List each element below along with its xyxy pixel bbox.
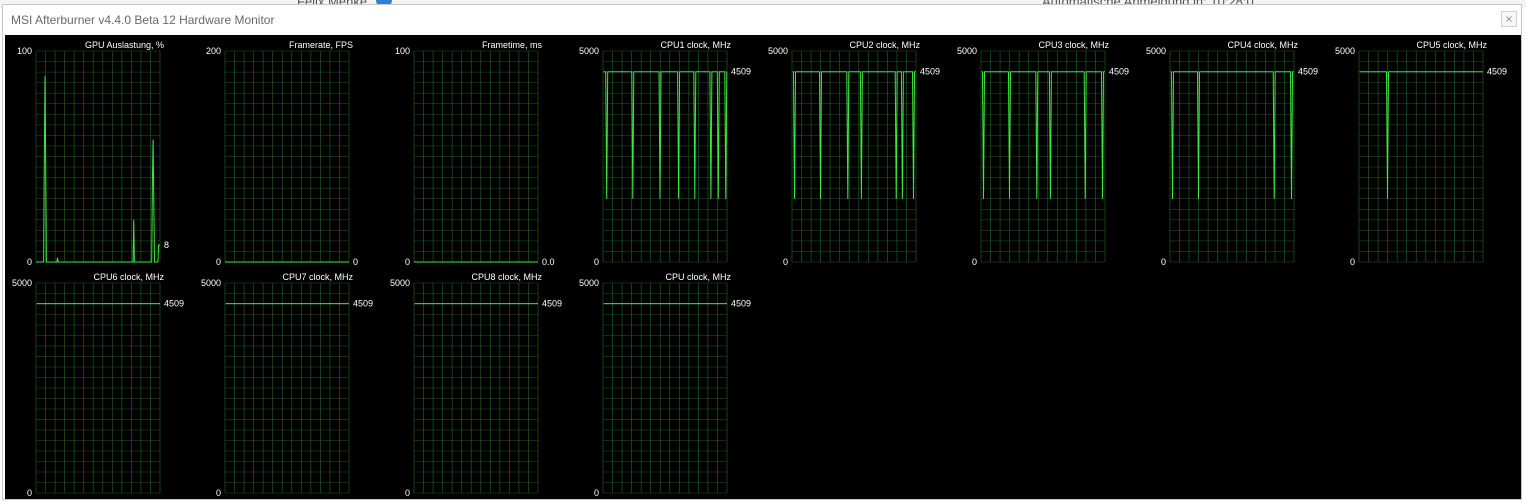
y-max-tick-label: 5000 — [201, 278, 221, 288]
current-value-label: 4509 — [1298, 67, 1318, 77]
y-max-tick-label: 5000 — [12, 278, 32, 288]
close-icon: × — [1504, 14, 1514, 25]
current-value-label: 4509 — [731, 299, 751, 309]
graph-panel — [1169, 50, 1295, 263]
current-value-label: 8 — [164, 240, 169, 250]
graph-panel — [980, 50, 1106, 263]
y-max-tick-label: 5000 — [579, 46, 599, 56]
y-max-tick-label: 5000 — [1335, 46, 1355, 56]
current-value-label: 4509 — [542, 299, 562, 309]
y-max-tick-label: 5000 — [390, 278, 410, 288]
y-min-tick-label: 0 — [216, 488, 221, 498]
current-value-label: 4509 — [1109, 67, 1129, 77]
graph-title: CPU4 clock, MHz — [1227, 40, 1298, 50]
graph-panel — [35, 282, 161, 494]
graph-title: Frametime, ms — [482, 40, 543, 50]
graph-panel — [224, 282, 350, 494]
y-max-tick-label: 5000 — [957, 46, 977, 56]
current-value-label: 4509 — [1487, 67, 1507, 77]
graph-panel — [35, 50, 161, 263]
graph-panel — [602, 282, 728, 494]
y-max-tick-label: 200 — [206, 46, 221, 56]
y-max-tick-label: 100 — [395, 46, 410, 56]
data-series-line — [36, 76, 160, 263]
y-min-tick-label: 0 — [405, 488, 410, 498]
close-button[interactable]: × — [1501, 11, 1517, 27]
window-title: MSI Afterburner v4.4.0 Beta 12 Hardware … — [11, 13, 275, 27]
y-max-tick-label: 5000 — [1146, 46, 1166, 56]
current-value-label: 4509 — [353, 299, 373, 309]
graph-title: CPU2 clock, MHz — [849, 40, 920, 50]
graph-title: CPU6 clock, MHz — [93, 272, 164, 282]
current-value-label: 4509 — [164, 299, 184, 309]
graph-title: CPU clock, MHz — [665, 272, 731, 282]
title-bar[interactable]: MSI Afterburner v4.4.0 Beta 12 Hardware … — [3, 5, 1521, 35]
y-min-tick-label: 0 — [594, 488, 599, 498]
y-min-tick-label: 0 — [27, 257, 32, 267]
y-min-tick-label: 0 — [1350, 257, 1355, 267]
graph-panel — [602, 50, 728, 263]
y-min-tick-label: 0 — [1161, 257, 1166, 267]
graph-panel — [224, 50, 350, 263]
graph-title: CPU5 clock, MHz — [1416, 40, 1487, 50]
current-value-label: 4509 — [920, 67, 940, 77]
graph-panel — [791, 50, 917, 263]
graphs-canvas: GPU Auslastung, % 100 0 8 Framerate, FPS 200 0… — [12, 40, 1507, 498]
graph-title: CPU8 clock, MHz — [471, 272, 542, 282]
y-min-tick-label: 0 — [405, 257, 410, 267]
y-max-tick-label: 5000 — [768, 46, 788, 56]
y-min-tick-label: 0 — [216, 257, 221, 267]
y-min-tick-label: 0 — [594, 257, 599, 267]
graph-scrollbar[interactable] — [1511, 35, 1521, 499]
hardware-monitor-window: MSI Afterburner v4.4.0 Beta 12 Hardware … — [2, 4, 1522, 500]
y-min-tick-label: 0 — [27, 488, 32, 498]
current-value-label: 0 — [353, 257, 358, 267]
y-min-tick-label: 0 — [783, 257, 788, 267]
y-min-tick-label: 0 — [972, 257, 977, 267]
graph-title: CPU3 clock, MHz — [1038, 40, 1109, 50]
current-value-label: 0.0 — [542, 257, 555, 267]
graph-panel — [1358, 50, 1484, 263]
current-value-label: 4509 — [731, 67, 751, 77]
monitor-graph-area[interactable]: GPU Auslastung, % 100 0 8 Framerate, FPS 200 0… — [5, 35, 1521, 499]
y-max-tick-label: 100 — [17, 46, 32, 56]
graph-title: GPU Auslastung, % — [85, 40, 164, 50]
graph-panel — [413, 282, 539, 494]
graph-panel — [413, 50, 539, 263]
graph-title: CPU1 clock, MHz — [660, 40, 731, 50]
y-max-tick-label: 5000 — [579, 278, 599, 288]
graph-title: Framerate, FPS — [289, 40, 353, 50]
graph-title: CPU7 clock, MHz — [282, 272, 353, 282]
